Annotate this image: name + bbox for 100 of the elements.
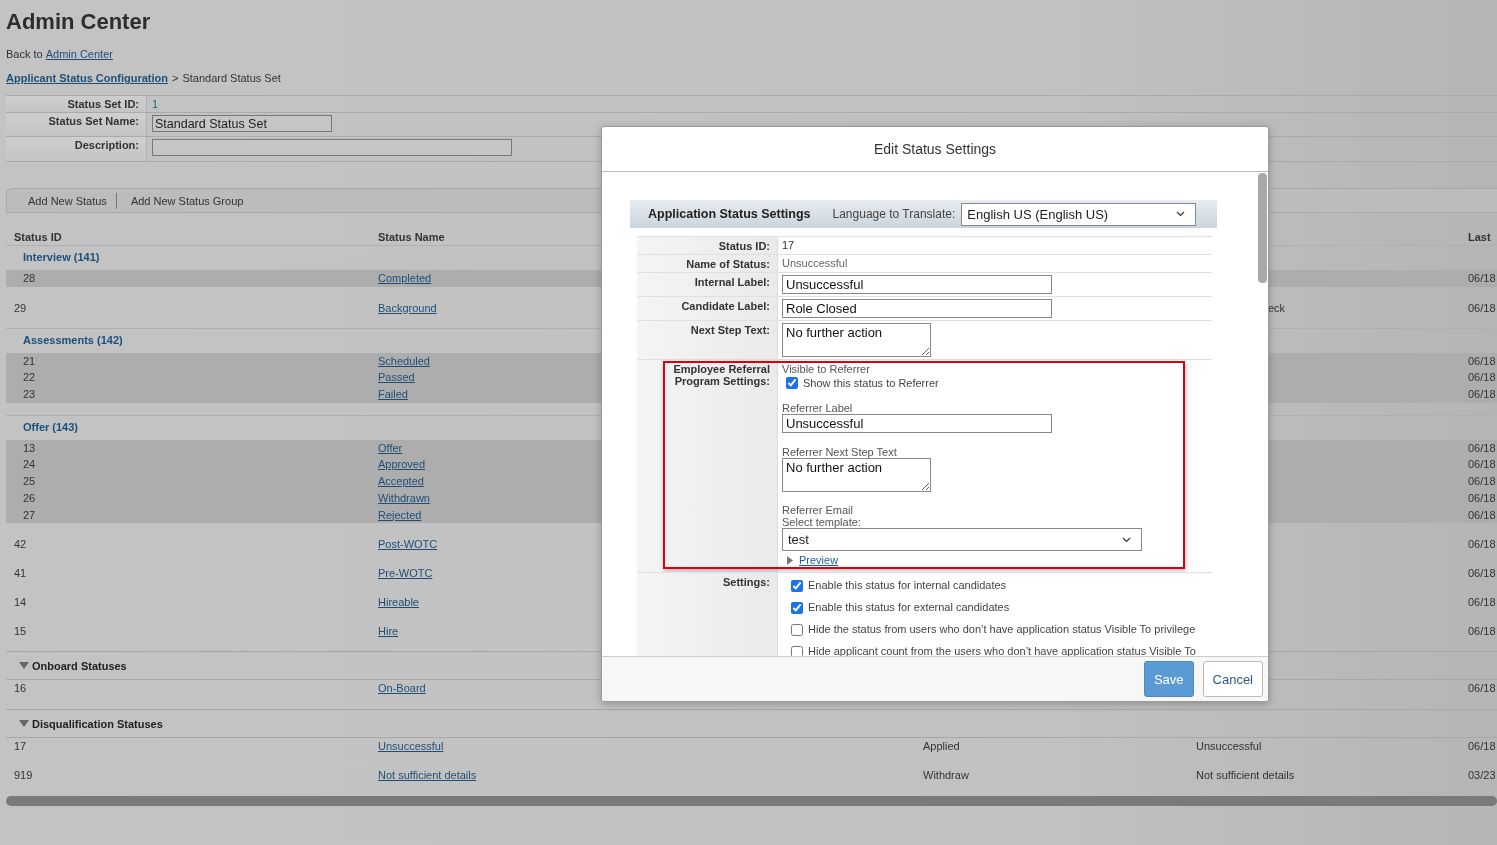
field-caption: Referrer Next Step Text	[782, 446, 897, 458]
checkbox[interactable]	[791, 624, 803, 636]
status-link[interactable]: Pre-WOTC	[378, 567, 433, 580]
field-label: Status ID:	[718, 240, 770, 252]
cancel-button[interactable]: Cancel	[1202, 661, 1263, 697]
checkbox-label: Enable this status for external candidates	[808, 601, 1010, 613]
dialog-title: Edit Status Settings	[873, 141, 997, 157]
column-header: Status Name	[378, 231, 445, 243]
text-area[interactable]: No further action	[782, 323, 931, 357]
table-cell: 06/18	[1468, 272, 1496, 284]
column-header: Status ID	[14, 231, 62, 243]
status-link[interactable]: Offer	[378, 441, 403, 454]
field-value: Unsuccessful	[782, 257, 848, 269]
field-caption: Referrer Email	[782, 504, 853, 516]
input-field[interactable]	[152, 139, 512, 156]
table-cell: 06/18	[1468, 538, 1496, 551]
table-cell: 25	[23, 475, 36, 488]
status-link[interactable]: Approved	[378, 458, 426, 471]
table-cell: 16	[14, 682, 27, 695]
input-field[interactable]: Unsuccessful	[782, 414, 1052, 433]
preview-link[interactable]: Preview	[799, 554, 839, 566]
table-cell: 06/18	[1468, 596, 1496, 609]
table-cell: 06/18	[1468, 682, 1496, 695]
table-cell: 06/18	[1468, 740, 1496, 753]
field-value: 1	[152, 98, 159, 110]
input-field[interactable]: Unsuccessful	[782, 275, 1052, 294]
group-label: Offer (143)	[23, 420, 79, 433]
table-cell: Applied	[923, 740, 960, 753]
admin-center-link[interactable]: Admin Center	[45, 48, 113, 61]
status-link[interactable]: Unsuccessful	[378, 740, 444, 753]
table-cell: 15	[14, 625, 27, 638]
category-label: Disqualification Statuses	[32, 717, 163, 730]
input-field[interactable]: Standard Status Set	[152, 115, 332, 132]
status-link[interactable]: Post-WOTC	[378, 538, 438, 551]
field-label: Employee Referral Program Settings:	[673, 363, 770, 387]
table-cell: 06/18	[1468, 508, 1496, 521]
table-cell: 06/18	[1468, 354, 1496, 367]
table-cell: 17	[14, 740, 27, 753]
table-cell: 06/18	[1468, 388, 1496, 401]
section-title: Application Status Settings	[648, 207, 811, 221]
status-link[interactable]: Not sufficient details	[378, 769, 477, 782]
table-cell: 06/18	[1468, 301, 1496, 314]
group-label: Interview (141)	[23, 251, 100, 263]
table-cell: 22	[23, 371, 36, 384]
expand-triangle-icon[interactable]	[19, 720, 29, 728]
table-cell: 27	[23, 508, 36, 521]
table-cell: Not sufficient details	[1196, 769, 1295, 782]
status-link[interactable]: Withdrawn	[378, 491, 430, 504]
column-header: Last	[1468, 231, 1491, 243]
field-label: Candidate Label:	[681, 300, 770, 312]
checkbox[interactable]	[791, 580, 803, 592]
status-link[interactable]: Completed	[378, 272, 432, 284]
toolbar-button[interactable]: Add New Status	[27, 194, 108, 207]
table-cell: 06/18	[1468, 625, 1496, 638]
status-link[interactable]: Passed	[378, 371, 415, 384]
table-cell: 41	[14, 567, 27, 580]
expand-triangle-icon[interactable]	[787, 555, 793, 565]
table-cell: 13	[23, 441, 36, 454]
field-label: Name of Status:	[686, 258, 770, 270]
expand-triangle-icon[interactable]	[19, 662, 29, 670]
checkbox[interactable]	[786, 377, 798, 389]
checkbox-label: Enable this status for internal candidates	[808, 579, 1007, 591]
status-link[interactable]: On-Board	[378, 682, 426, 695]
status-link[interactable]: Rejected	[378, 508, 422, 521]
checkbox[interactable]	[791, 602, 803, 614]
back-label: Back to	[6, 48, 43, 61]
text-area[interactable]: No further action	[782, 458, 931, 492]
toolbar-button[interactable]: Add New Status Group	[129, 194, 245, 207]
chevron-down-icon	[1122, 536, 1131, 543]
table-cell: Withdraw	[923, 769, 969, 782]
status-link[interactable]: Failed	[378, 388, 408, 401]
save-button[interactable]: Save	[1143, 661, 1194, 697]
field-label: Status Set Name:	[48, 115, 139, 127]
scrollbar-thumb[interactable]	[1258, 173, 1267, 283]
input-field[interactable]: Role Closed	[782, 299, 1052, 318]
breadcrumb-link[interactable]: Applicant Status Configuration	[6, 72, 168, 85]
category-label: Onboard Statuses	[32, 659, 127, 672]
horizontal-scrollbar[interactable]	[6, 796, 1497, 807]
template-select[interactable]: test	[782, 528, 1142, 551]
table-cell: 06/18	[1468, 475, 1496, 488]
table-cell: eck	[1268, 301, 1286, 314]
table-cell: 29	[14, 301, 27, 314]
table-cell: 06/18	[1468, 491, 1496, 504]
status-link[interactable]: Hire	[378, 625, 399, 638]
field-caption: Referrer Label	[782, 402, 853, 414]
language-select[interactable]: English US (English US)	[961, 202, 1197, 226]
table-cell: 42	[14, 538, 27, 551]
table-cell: Unsuccessful	[1196, 740, 1262, 753]
status-link[interactable]: Accepted	[378, 475, 424, 488]
language-label: Language to Translate:	[832, 207, 956, 221]
field-caption: Visible to Referrer	[782, 363, 870, 375]
field-label: Next Step Text:	[690, 324, 770, 336]
status-link[interactable]: Background	[378, 301, 437, 314]
table-cell: 06/18	[1468, 458, 1496, 471]
checkbox[interactable]	[791, 646, 803, 656]
table-cell: 14	[14, 596, 27, 609]
status-link[interactable]: Scheduled	[378, 354, 430, 367]
table-cell: 06/18	[1468, 371, 1496, 384]
group-label: Assessments (142)	[23, 333, 123, 346]
status-link[interactable]: Hireable	[378, 596, 419, 609]
